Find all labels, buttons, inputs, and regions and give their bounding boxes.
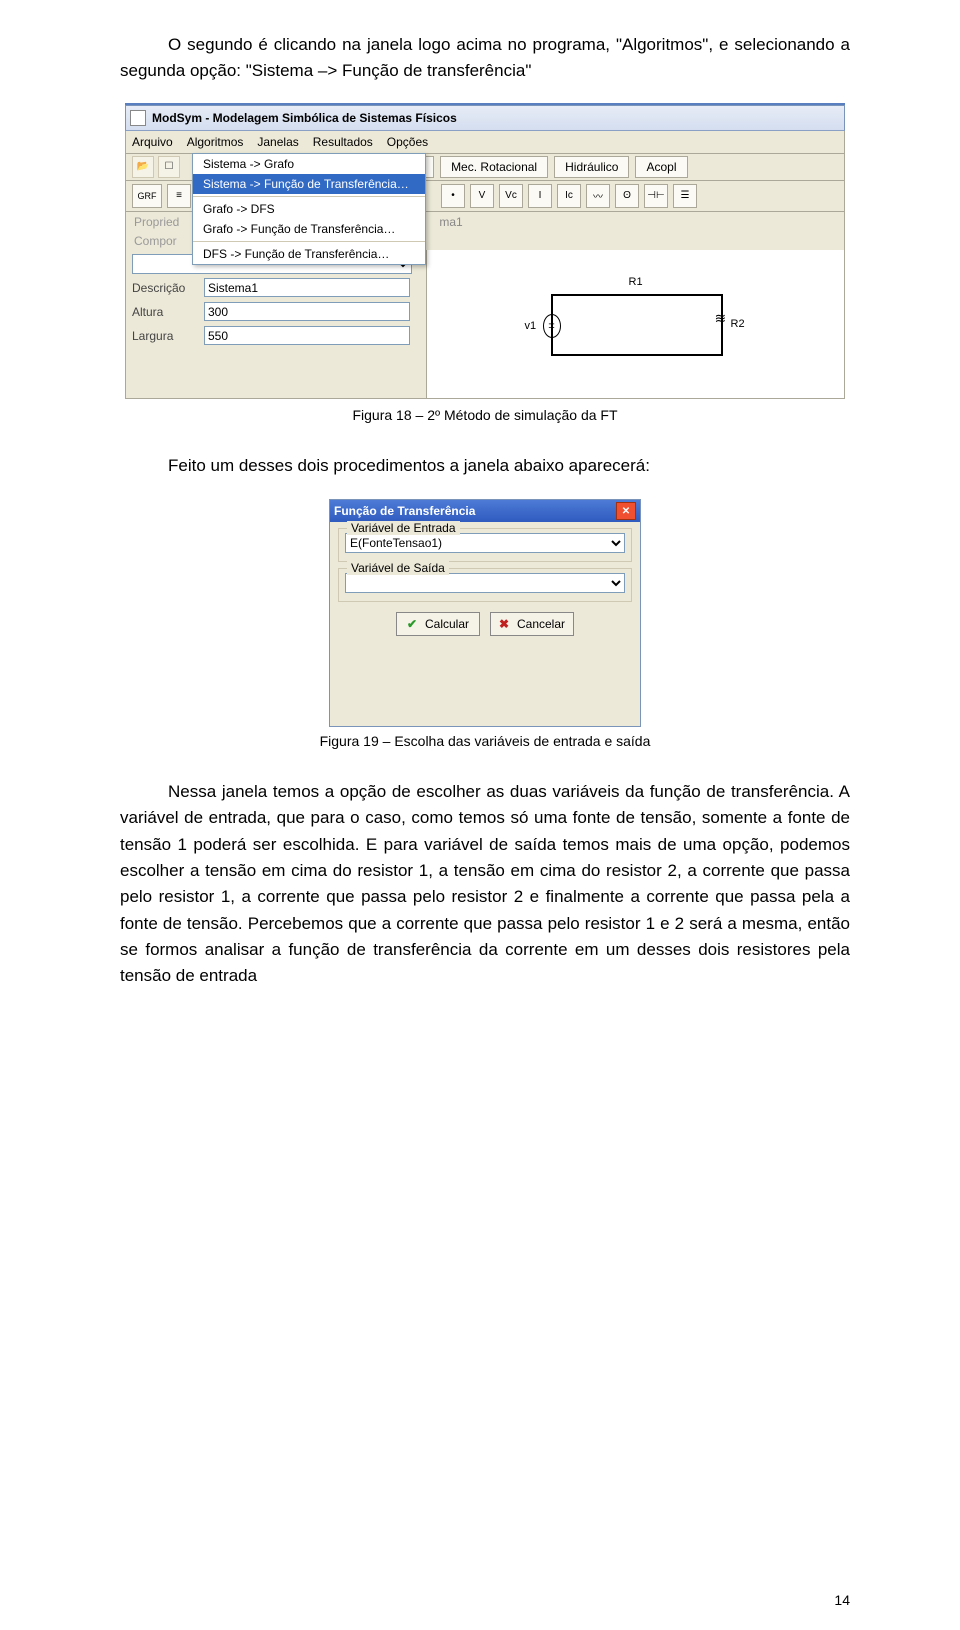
paragraph-body: Nessa janela temos a opção de escolher a… — [120, 779, 850, 990]
cancelar-button[interactable]: ✖ Cancelar — [490, 612, 574, 636]
tool-coil-icon[interactable]: ☰ — [673, 184, 697, 208]
figure18-caption: Figura 18 – 2º Método de simulação da FT — [120, 407, 850, 423]
altura-input[interactable] — [204, 302, 410, 321]
calcular-label: Calcular — [425, 617, 469, 631]
dialog-title: Função de Transferência — [334, 504, 475, 518]
saida-select[interactable] — [345, 573, 625, 593]
screenshot-dialog: Função de Transferência ✕ Variável de En… — [329, 499, 641, 727]
menu-opcoes[interactable]: Opções — [387, 135, 428, 149]
app-icon — [130, 110, 146, 126]
dd-grafo-dfs[interactable]: Grafo -> DFS — [193, 199, 425, 219]
tab-acopl[interactable]: Acopl — [635, 156, 687, 178]
tool-i-icon[interactable]: I — [528, 184, 552, 208]
tool-dot-icon[interactable]: • — [441, 184, 465, 208]
dd-grafo-ft[interactable]: Grafo -> Função de Transferência… — [193, 219, 425, 239]
window-title: ModSym - Modelagem Simbólica de Sistemas… — [152, 111, 457, 125]
tool-v-icon[interactable]: V — [470, 184, 494, 208]
tool-vc-icon[interactable]: Vc — [499, 184, 523, 208]
window-titlebar: ModSym - Modelagem Simbólica de Sistemas… — [125, 105, 845, 131]
desc-input[interactable] — [204, 278, 410, 297]
algoritmos-dropdown: Sistema -> Grafo Sistema -> Função de Tr… — [192, 153, 426, 265]
menu-arquivo[interactable]: Arquivo — [132, 135, 173, 149]
largura-input[interactable] — [204, 326, 410, 345]
resistor-icon: ≋ — [715, 310, 725, 327]
source-icon: ± — [543, 314, 561, 338]
compor-label: Compor — [134, 234, 177, 248]
group-entrada: Variável de Entrada E(FonteTensao1) — [338, 528, 632, 562]
calcular-button[interactable]: ✔ Calcular — [396, 612, 480, 636]
propried-label: Propried — [134, 215, 179, 229]
v1-label: v1 — [525, 320, 537, 332]
dd-dfs-ft[interactable]: DFS -> Função de Transferência… — [193, 244, 425, 264]
r2-label: R2 — [731, 318, 745, 330]
altura-label: Altura — [132, 305, 204, 319]
circuit-diagram: R1 R2 v1 ± ≋ — [531, 274, 741, 374]
entrada-label: Variável de Entrada — [347, 521, 460, 535]
tool-inductor-icon[interactable]: ʘ — [615, 184, 639, 208]
r1-label: R1 — [629, 276, 643, 288]
circuit-canvas: R1 R2 v1 ± ≋ — [426, 250, 844, 398]
screenshot-modsym: ModSym - Modelagem Simbólica de Sistemas… — [125, 103, 845, 399]
largura-label: Largura — [132, 329, 204, 343]
tab-hidraulico[interactable]: Hidráulico — [554, 156, 629, 178]
dd-separator-1 — [193, 196, 425, 197]
tab-rotacional[interactable]: Mec. Rotacional — [440, 156, 548, 178]
dd-sistema-ft[interactable]: Sistema -> Função de Transferência… — [193, 174, 425, 194]
dialog-buttons: ✔ Calcular ✖ Cancelar — [330, 602, 640, 644]
desc-label: Descrição — [132, 281, 204, 295]
saida-label: Variável de Saída — [347, 561, 449, 575]
menu-bar: Arquivo Algoritmos Janelas Resultados Op… — [125, 131, 845, 154]
tb-open-icon[interactable]: 📂 — [132, 156, 154, 178]
group-saida: Variável de Saída — [338, 568, 632, 602]
cancelar-label: Cancelar — [517, 617, 565, 631]
figure19-caption: Figura 19 – Escolha das variáveis de ent… — [120, 733, 850, 749]
x-icon: ✖ — [499, 617, 513, 631]
main-area: Descrição Altura Largura — [125, 250, 845, 399]
tool-bars-icon[interactable]: ≡ — [167, 184, 191, 208]
tool-ic-icon[interactable]: Ic — [557, 184, 581, 208]
menu-janelas[interactable]: Janelas — [257, 135, 298, 149]
tool-resistor-icon[interactable]: 〰 — [586, 184, 610, 208]
dialog-titlebar: Função de Transferência ✕ — [330, 500, 640, 522]
tb-new-icon[interactable]: ☐ — [158, 156, 180, 178]
entrada-select[interactable]: E(FonteTensao1) — [345, 533, 625, 553]
check-icon: ✔ — [407, 617, 421, 631]
menu-algoritmos[interactable]: Algoritmos — [187, 135, 244, 149]
close-icon[interactable]: ✕ — [616, 502, 636, 520]
tool-capacitor-icon[interactable]: ⊣⊢ — [644, 184, 668, 208]
paragraph-intro: O segundo é clicando na janela logo acim… — [120, 32, 850, 85]
page-number: 14 — [834, 1592, 850, 1608]
ma1-label: ma1 — [439, 215, 462, 229]
tool-grf[interactable]: GRF — [132, 184, 162, 208]
dd-separator-2 — [193, 241, 425, 242]
dd-sistema-grafo[interactable]: Sistema -> Grafo — [193, 154, 425, 174]
properties-panel: Descrição Altura Largura — [126, 250, 426, 398]
menu-resultados[interactable]: Resultados — [313, 135, 373, 149]
paragraph-mid: Feito um desses dois procedimentos a jan… — [120, 453, 850, 479]
